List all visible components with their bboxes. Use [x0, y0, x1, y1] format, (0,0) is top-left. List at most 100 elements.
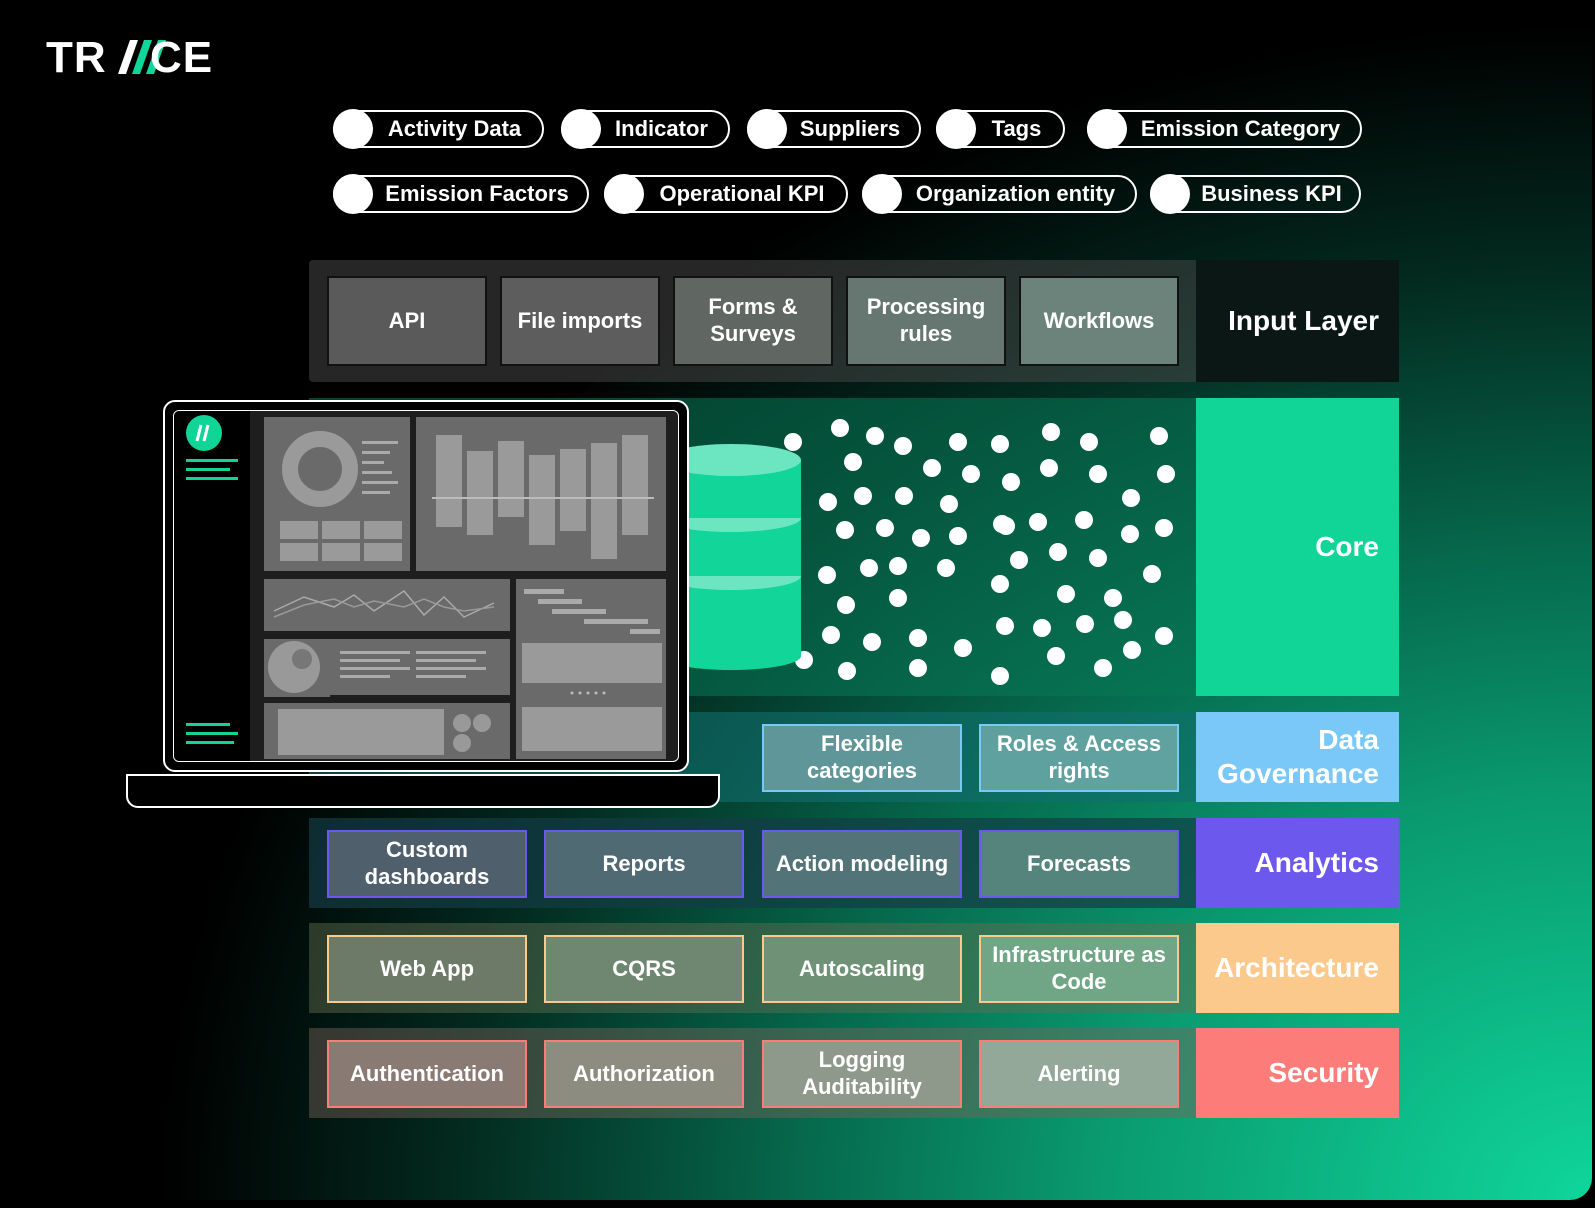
data-governance-label: Data Governance [1196, 712, 1399, 802]
data-point-dot [940, 495, 958, 513]
data-point-dot [860, 559, 878, 577]
toggle-knob [1087, 109, 1127, 149]
data-point-dot [1002, 473, 1020, 491]
tag-emission-category[interactable]: Emission Category [1087, 109, 1362, 149]
data-point-dot [854, 487, 872, 505]
data-point-dot [923, 459, 941, 477]
trace-app-logo-icon [186, 415, 222, 451]
data-point-dot [1075, 511, 1093, 529]
input-box-processing-rules[interactable]: Processing rules [846, 276, 1006, 366]
input-box-forms-surveys[interactable]: Forms & Surveys [673, 276, 833, 366]
tag-indicator[interactable]: Indicator [561, 109, 730, 149]
core-layer-label: Core [1196, 398, 1399, 696]
input-layer: API File imports Forms & Surveys Process… [309, 260, 1399, 382]
analytics-label: Analytics [1196, 818, 1399, 908]
input-layer-label: Input Layer [1196, 260, 1399, 382]
sec-box-authentication[interactable]: Authentication [327, 1040, 527, 1108]
data-point-dot [1089, 549, 1107, 567]
arch-box-cqrs[interactable]: CQRS [544, 935, 744, 1003]
analytics-box-reports[interactable]: Reports [544, 830, 744, 898]
data-point-dot [1122, 489, 1140, 507]
data-point-dot [1121, 525, 1139, 543]
data-point-dot [1076, 615, 1094, 633]
data-point-dot [937, 559, 955, 577]
svg-text:TR: TR [46, 36, 107, 76]
data-point-dot [949, 527, 967, 545]
data-point-dot [844, 453, 862, 471]
data-point-dot [1114, 611, 1132, 629]
data-point-dot [863, 633, 881, 651]
tag-operational-kpi[interactable]: Operational KPI [604, 174, 848, 214]
analytics-box-custom-dashboards[interactable]: Custom dashboards [327, 830, 527, 898]
architecture-diagram: TR CE Activity Data Indicator Suppliers … [6, 6, 1592, 1200]
data-point-dot [1155, 519, 1173, 537]
data-point-dot [996, 617, 1014, 635]
arch-box-iac[interactable]: Infrastructure as Code [979, 935, 1179, 1003]
architecture-layer: Web App CQRS Autoscaling Infrastructure … [309, 923, 1399, 1013]
data-point-dot [889, 589, 907, 607]
gov-box-flexible-categories[interactable]: Flexible categories [762, 724, 962, 792]
data-point-dot [1042, 423, 1060, 441]
data-point-dot [991, 575, 1009, 593]
sec-box-authorization[interactable]: Authorization [544, 1040, 744, 1108]
security-label: Security [1196, 1028, 1399, 1118]
data-point-dot [894, 437, 912, 455]
data-point-dot [831, 419, 849, 437]
data-point-dot [912, 529, 930, 547]
toggle-knob [333, 109, 373, 149]
data-point-dot [1057, 585, 1075, 603]
dashboard-mockup [174, 411, 666, 761]
toggle-knob [936, 109, 976, 149]
analytics-box-action-modeling[interactable]: Action modeling [762, 830, 962, 898]
tag-organization-entity[interactable]: Organization entity [862, 174, 1137, 214]
trace-logo: TR CE [46, 33, 246, 86]
toggle-knob [604, 174, 644, 214]
analytics-layer: Custom dashboards Reports Action modelin… [309, 818, 1399, 908]
laptop-base [126, 774, 720, 808]
data-point-dot [837, 596, 855, 614]
security-layer: Authentication Authorization Logging Aud… [309, 1028, 1399, 1118]
tag-tags[interactable]: Tags [936, 109, 1065, 149]
data-point-dot [1094, 659, 1112, 677]
data-point-dot [1080, 433, 1098, 451]
toggle-knob [561, 109, 601, 149]
data-point-dot [1029, 513, 1047, 531]
arch-box-web-app[interactable]: Web App [327, 935, 527, 1003]
input-box-file-imports[interactable]: File imports [500, 276, 660, 366]
input-box-api[interactable]: API [327, 276, 487, 366]
data-point-dot [1155, 627, 1173, 645]
data-point-dot [822, 626, 840, 644]
toggle-knob [1150, 174, 1190, 214]
input-box-workflows[interactable]: Workflows [1019, 276, 1179, 366]
data-point-dot [838, 662, 856, 680]
svg-text:CE: CE [150, 36, 213, 76]
tag-suppliers[interactable]: Suppliers [747, 109, 921, 149]
data-point-dot [909, 659, 927, 677]
data-point-dot [1040, 459, 1058, 477]
tag-activity-data[interactable]: Activity Data [333, 109, 544, 149]
data-point-dot [1143, 565, 1161, 583]
data-point-dot [991, 667, 1009, 685]
data-point-dot [895, 487, 913, 505]
gov-box-roles-access[interactable]: Roles & Access rights [979, 724, 1179, 792]
toggle-knob [333, 174, 373, 214]
data-point-dot [1150, 427, 1168, 445]
data-point-dot [1089, 465, 1107, 483]
tag-emission-factors[interactable]: Emission Factors [333, 174, 589, 214]
laptop-dashboard-illustration [163, 400, 689, 772]
data-point-dot [1123, 641, 1141, 659]
data-point-dot [889, 557, 907, 575]
data-point-dot [1010, 551, 1028, 569]
data-point-dot [1049, 543, 1067, 561]
data-point-dot [1104, 589, 1122, 607]
tag-business-kpi[interactable]: Business KPI [1150, 174, 1361, 214]
data-point-dot [962, 465, 980, 483]
analytics-box-forecasts[interactable]: Forecasts [979, 830, 1179, 898]
data-point-dot [1047, 647, 1065, 665]
sec-box-logging-auditability[interactable]: Logging Auditability [762, 1040, 962, 1108]
data-point-dot [949, 433, 967, 451]
arch-box-autoscaling[interactable]: Autoscaling [762, 935, 962, 1003]
data-point-dot [866, 427, 884, 445]
data-point-dot [819, 493, 837, 511]
sec-box-alerting[interactable]: Alerting [979, 1040, 1179, 1108]
